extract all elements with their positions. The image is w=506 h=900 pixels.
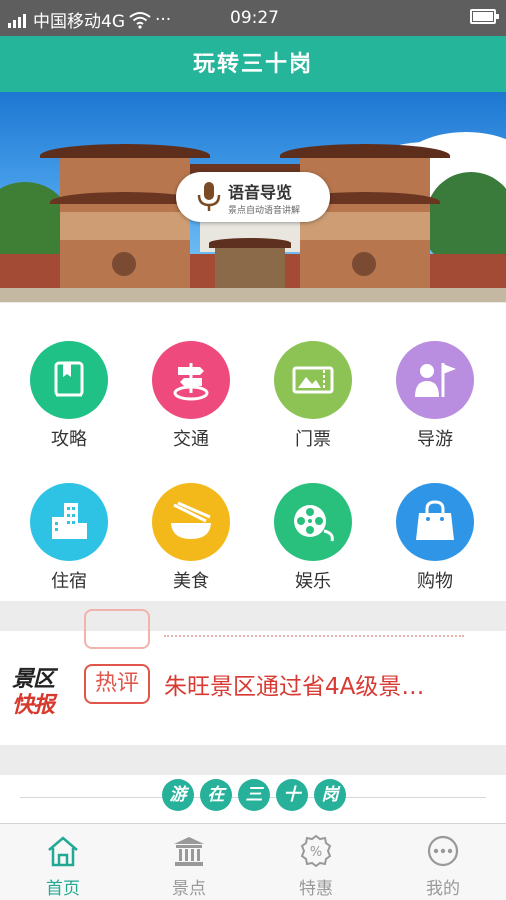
ticket-icon (292, 366, 334, 394)
building-icon (52, 503, 87, 539)
category-label: 美食 (173, 571, 209, 592)
tab-home[interactable]: 首页 (0, 824, 126, 900)
temple-icon (174, 837, 204, 866)
category-lodging[interactable]: 住宿 (6, 483, 132, 603)
category-food[interactable]: 美食 (128, 483, 254, 603)
scrolling-prev-headline (164, 635, 464, 641)
news-headline[interactable]: 朱旺景区通过省4A级景… (164, 667, 494, 701)
signal-icon (8, 12, 26, 28)
tab-deals[interactable]: % 特惠 (253, 824, 379, 900)
svg-text:%: % (310, 845, 322, 860)
category-label: 攻略 (51, 429, 87, 450)
category-label: 导游 (417, 429, 453, 450)
category-label: 门票 (295, 429, 331, 450)
section-title-char: 游 (162, 779, 194, 811)
tab-mine[interactable]: 我的 (380, 824, 506, 900)
bowl-icon (171, 501, 211, 539)
section-title-char: 三 (238, 779, 270, 811)
status-time: 09:27 (230, 8, 279, 28)
audio-guide-button[interactable]: 语音导览 景点自动语音讲解 (176, 172, 330, 222)
film-reel-icon (294, 505, 334, 542)
section-header: 游 在 三 十 岗 (0, 775, 506, 823)
category-label: 住宿 (51, 571, 87, 592)
scrolling-prev-tag (84, 609, 150, 649)
category-tour-guide[interactable]: 导游 (372, 341, 498, 461)
news-logo-line2: 快报 (12, 693, 55, 718)
tab-scenic-spots[interactable]: 景点 (126, 824, 252, 900)
section-title-char: 在 (200, 779, 232, 811)
category-label: 娱乐 (295, 571, 331, 592)
book-icon (54, 361, 84, 397)
more-icon (427, 835, 459, 867)
category-entertainment[interactable]: 娱乐 (250, 483, 376, 603)
banner-gate-tower-right (280, 144, 450, 302)
microphone-icon (197, 182, 221, 211)
category-shopping[interactable]: 购物 (372, 483, 498, 603)
home-icon (48, 836, 78, 867)
section-title-char: 岗 (314, 779, 346, 811)
carrier-label: 中国移动4G (33, 12, 125, 32)
tab-label: 我的 (426, 879, 460, 899)
category-transport[interactable]: 交通 (128, 341, 254, 461)
tab-label: 特惠 (299, 879, 333, 899)
category-grid: 攻略 交通 门票 导游 住宿 美食 娱乐 购物 (0, 303, 506, 601)
hot-review-tag: 热评 (84, 664, 150, 704)
category-guide[interactable]: 攻略 (6, 341, 132, 461)
category-label: 购物 (417, 571, 453, 592)
guide-flag-icon (415, 363, 456, 397)
discount-icon: % (300, 834, 332, 868)
banner-gate-tower-left (40, 144, 210, 302)
audio-guide-subtitle: 景点自动语音讲解 (228, 206, 301, 216)
audio-guide-title: 语音导览 (228, 183, 293, 202)
banner-tree (426, 172, 506, 262)
category-label: 交通 (173, 429, 209, 450)
app-title: 玩转三十岗 (0, 36, 506, 92)
wifi-icon (129, 11, 151, 29)
tab-label: 首页 (46, 879, 80, 899)
status-bar: 中国移动4G ··· 09:27 (0, 0, 506, 36)
status-more: ··· (155, 9, 172, 30)
battery-icon (470, 9, 499, 24)
bottom-tab-bar: 首页 景点 % 特惠 我的 (0, 823, 506, 900)
tab-label: 景点 (172, 879, 206, 899)
shopping-bag-icon (416, 500, 454, 540)
section-title-char: 十 (276, 779, 308, 811)
category-tickets[interactable]: 门票 (250, 341, 376, 461)
news-ticker[interactable]: 景区 快报 热评 朱旺景区通过省4A级景… (0, 609, 506, 745)
banner-ground (0, 288, 506, 302)
signpost-icon (173, 363, 209, 401)
section-title: 游 在 三 十 岗 (162, 779, 346, 811)
banner-far-gate (209, 238, 291, 288)
status-left: 中国移动4G ··· (8, 7, 171, 32)
